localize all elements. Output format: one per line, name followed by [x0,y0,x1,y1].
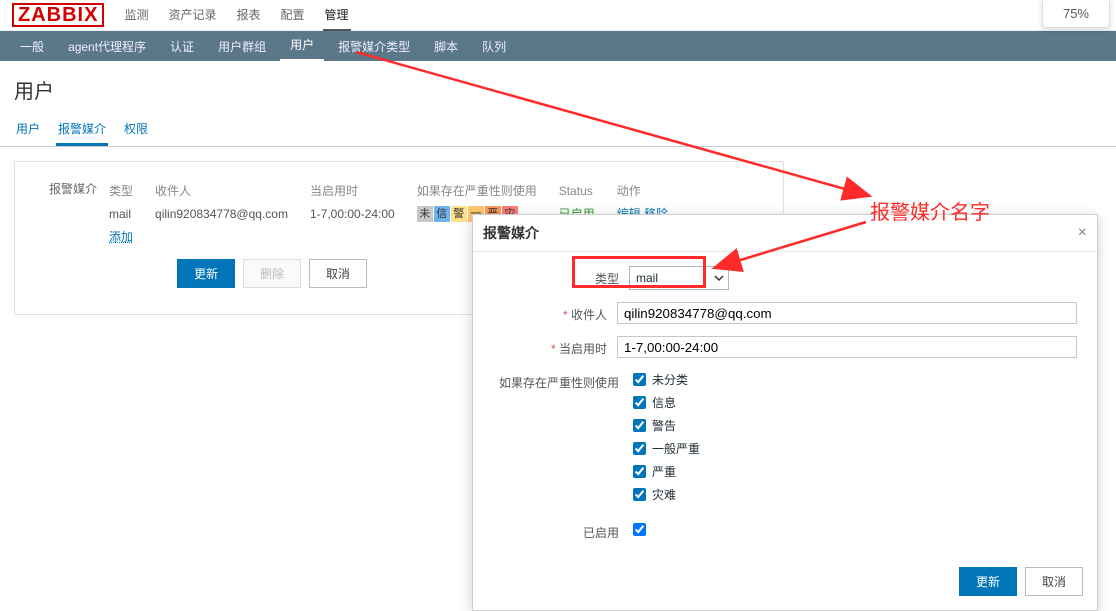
modal-cancel-button[interactable]: 取消 [1025,567,1083,596]
topmenu-monitoring[interactable]: 监测 [122,0,150,31]
zoom-badge: 75% [1042,0,1110,28]
subnav-general[interactable]: 一般 [10,32,54,61]
media-modal: 报警媒介 × 类型 mail 收件人 当启用时 如果存在严重性则使用 未分类 信… [472,214,1098,611]
cb-sev-0[interactable] [633,373,646,386]
media-section-label: 报警媒介 [37,178,97,197]
to-label: 收件人 [493,302,617,323]
sev-opt-4: 严重 [652,463,676,480]
sev-opt-1: 信息 [652,394,676,411]
cb-sev-3[interactable] [633,442,646,455]
subnav-proxies[interactable]: agent代理程序 [58,32,156,61]
enabled-label: 已启用 [493,520,629,541]
th-actions: 动作 [617,180,688,201]
when-input[interactable] [617,336,1077,358]
update-button[interactable]: 更新 [177,259,235,288]
topmenu-inventory[interactable]: 资产记录 [166,0,218,31]
sev-opt-5: 灾难 [652,486,676,503]
cb-sev-2[interactable] [633,419,646,432]
sev-badge-3: 警 [451,206,467,222]
topmenu-config[interactable]: 配置 [279,0,307,31]
th-type: 类型 [109,180,153,201]
tab-media[interactable]: 报警媒介 [56,114,108,146]
to-input[interactable] [617,302,1077,324]
subnav-scripts[interactable]: 脚本 [424,32,468,61]
table-header-row: 类型 收件人 当启用时 如果存在严重性则使用 Status 动作 [109,180,688,201]
modal-update-button[interactable]: 更新 [959,567,1017,596]
add-link[interactable]: 添加 [109,230,133,244]
topmenu-admin[interactable]: 管理 [323,0,351,31]
top-bar: ZABBIX 监测 资产记录 报表 配置 管理 [0,0,1116,31]
type-select[interactable]: mail [629,266,729,290]
annotation-text: 报警媒介名字 [870,196,990,225]
modal-title: 报警媒介 [483,223,539,243]
topmenu-reports[interactable]: 报表 [234,0,262,31]
sev-badge-2: 信 [434,206,450,222]
th-status: Status [559,180,615,201]
delete-button: 删除 [243,259,301,288]
when-label: 当启用时 [493,336,617,357]
type-label: 类型 [493,266,629,287]
sev-opt-2: 警告 [652,417,676,434]
cell-type: mail [109,203,153,224]
close-icon[interactable]: × [1078,224,1087,242]
subnav-usergroups[interactable]: 用户群组 [208,32,276,61]
chevron-down-icon [714,272,724,286]
enabled-checkbox[interactable] [633,523,646,536]
subnav-auth[interactable]: 认证 [160,32,204,61]
cancel-button[interactable]: 取消 [309,259,367,288]
cell-when: 1-7,00:00-24:00 [310,203,415,224]
subnav-mediatypes[interactable]: 报警媒介类型 [328,32,420,61]
page-title: 用户 [14,75,1102,104]
logo: ZABBIX [12,3,104,27]
th-to: 收件人 [155,180,308,201]
top-menu: 监测 资产记录 报表 配置 管理 [122,0,350,31]
cb-sev-1[interactable] [633,396,646,409]
tab-user[interactable]: 用户 [14,114,42,146]
cell-to: qilin920834778@qq.com [155,203,308,224]
cb-sev-4[interactable] [633,465,646,478]
sev-opt-0: 未分类 [652,371,688,388]
type-value: mail [636,271,658,285]
tab-permissions[interactable]: 权限 [122,114,150,146]
cb-sev-5[interactable] [633,488,646,501]
sev-label: 如果存在严重性则使用 [493,370,629,391]
sev-opt-3: 一般严重 [652,440,700,457]
subnav-users[interactable]: 用户 [280,30,324,62]
user-tabs: 用户 报警媒介 权限 [0,114,1116,147]
sev-badge-1: 未 [417,206,433,222]
subnav-queue[interactable]: 队列 [472,32,516,61]
sub-nav: 一般 agent代理程序 认证 用户群组 用户 报警媒介类型 脚本 队列 [0,31,1116,61]
th-when: 当启用时 [310,180,415,201]
th-sev: 如果存在严重性则使用 [417,180,557,201]
